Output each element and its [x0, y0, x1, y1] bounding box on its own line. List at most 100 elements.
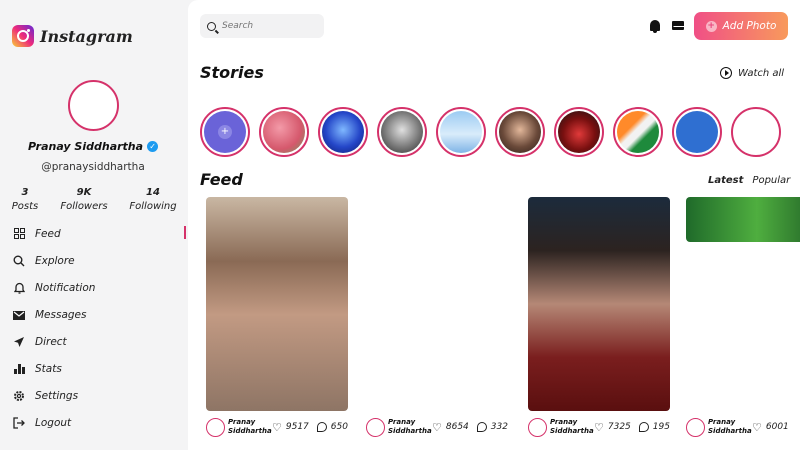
story-item[interactable] [436, 107, 486, 157]
post-likes[interactable]: ♡ 8654 [432, 421, 469, 434]
bar-chart-icon [13, 363, 25, 375]
post-comment-count: 195 [652, 422, 670, 432]
stat-followers-value: 9K [76, 187, 92, 198]
gear-icon [13, 390, 25, 402]
story-thumbnail [381, 111, 423, 153]
post-author-last: Siddhartha [550, 427, 594, 435]
story-thumbnail [735, 111, 777, 153]
feed-post[interactable]: Pranay Siddhartha ♡ 6001 [686, 197, 800, 437]
watch-all-link[interactable]: Watch all [720, 67, 784, 79]
profile-handle: @pranaysiddhartha [41, 161, 145, 173]
comment-icon [476, 422, 487, 432]
post-author[interactable]: Pranay Siddhartha [228, 418, 272, 436]
story-thumbnail [322, 111, 364, 153]
story-thumbnail [676, 111, 718, 153]
sidebar-item-notification[interactable]: Notification [0, 274, 186, 301]
search-bar[interactable] [200, 14, 324, 38]
sidebar-item-label: Messages [35, 308, 87, 321]
stat-following[interactable]: 14 Following [128, 187, 178, 212]
post-author-last: Siddhartha [228, 427, 272, 435]
add-photo-button[interactable]: + Add Photo [694, 12, 788, 40]
sidebar-nav: Feed Explore Notification Messages Direc… [0, 220, 186, 436]
post-image[interactable] [366, 197, 508, 411]
stat-posts[interactable]: 3 Posts [8, 187, 42, 212]
story-item[interactable] [259, 107, 309, 157]
notification-bell-icon[interactable] [650, 20, 660, 33]
story-item[interactable] [554, 107, 604, 157]
sidebar-item-explore[interactable]: Explore [0, 247, 186, 274]
feed-post[interactable]: Pranay Siddhartha ♡ 8654 332 [366, 197, 510, 437]
add-story-thumbnail: + [204, 111, 246, 153]
post-author-first: Pranay [550, 418, 578, 426]
post-meta: Pranay Siddhartha ♡ 7325 195 [528, 416, 688, 438]
post-author-first: Pranay [708, 418, 736, 426]
post-meta: Pranay Siddhartha ♡ 8654 332 [366, 416, 526, 438]
post-likes[interactable]: ♡ 9517 [272, 421, 309, 434]
search-icon [13, 255, 25, 267]
heart-icon: ♡ [272, 420, 282, 434]
sidebar-item-label: Stats [35, 362, 62, 375]
bell-icon [13, 282, 25, 294]
stat-followers[interactable]: 9K Followers [58, 187, 110, 212]
sidebar-item-feed[interactable]: Feed [0, 220, 186, 247]
story-item[interactable] [377, 107, 427, 157]
feed-post[interactable]: Pranay Siddhartha ♡ 9517 650 [206, 197, 350, 437]
stat-posts-value: 3 [21, 187, 29, 198]
add-photo-label: Add Photo [722, 20, 777, 32]
messages-mail-icon[interactable] [672, 21, 685, 30]
stories-row: + [200, 107, 800, 159]
post-image[interactable] [686, 197, 800, 242]
story-item[interactable] [318, 107, 368, 157]
tab-popular[interactable]: Popular [752, 175, 790, 186]
stat-following-label: Following [129, 201, 177, 212]
add-story-button[interactable]: + [200, 107, 250, 157]
watch-all-label: Watch all [738, 67, 785, 79]
post-author[interactable]: Pranay Siddhartha [550, 418, 594, 436]
post-image[interactable] [206, 197, 348, 411]
sidebar-item-stats[interactable]: Stats [0, 355, 186, 382]
story-thumbnail [499, 111, 541, 153]
stories-title: Stories [200, 63, 264, 82]
story-item[interactable] [731, 107, 781, 157]
post-author-first: Pranay [388, 418, 416, 426]
sidebar: Instagram Pranay Siddhartha ✓ @pranaysid… [0, 0, 186, 450]
post-author[interactable]: Pranay Siddhartha [708, 418, 752, 436]
story-item[interactable] [672, 107, 722, 157]
post-comment-count: 650 [330, 422, 348, 432]
post-comments[interactable]: 195 [631, 422, 670, 432]
sidebar-item-direct[interactable]: Direct [0, 328, 186, 355]
story-thumbnail [440, 111, 482, 153]
post-like-count: 7325 [607, 422, 631, 432]
post-author-avatar[interactable] [366, 417, 385, 437]
sidebar-item-messages[interactable]: Messages [0, 301, 186, 328]
sidebar-item-label: Direct [35, 335, 67, 348]
story-thumbnail [558, 111, 600, 153]
sidebar-item-label: Feed [35, 227, 61, 240]
post-image[interactable] [528, 197, 670, 411]
profile-avatar[interactable] [68, 80, 119, 131]
post-author-avatar[interactable] [686, 417, 705, 437]
post-author-avatar[interactable] [528, 417, 547, 437]
search-input[interactable] [222, 21, 322, 31]
sidebar-item-label: Settings [35, 389, 79, 402]
instagram-logo-icon [12, 25, 34, 47]
story-thumbnail [617, 111, 659, 153]
post-comments[interactable]: 650 [309, 422, 348, 432]
story-item[interactable] [613, 107, 663, 157]
sidebar-item-logout[interactable]: Logout [0, 409, 186, 436]
sidebar-item-settings[interactable]: Settings [0, 382, 186, 409]
app-logo[interactable]: Instagram [12, 25, 133, 47]
tab-latest[interactable]: Latest [708, 175, 743, 186]
comment-icon [638, 422, 649, 432]
feed-post[interactable]: Pranay Siddhartha ♡ 7325 195 [528, 197, 672, 437]
stat-posts-label: Posts [11, 201, 39, 212]
profile-name-row: Pranay Siddhartha ✓ [0, 140, 186, 153]
main-content: + Add Photo Stories Watch all + [188, 0, 800, 450]
post-likes[interactable]: ♡ 6001 [752, 421, 789, 434]
post-author-avatar[interactable] [206, 417, 225, 437]
post-author[interactable]: Pranay Siddhartha [388, 418, 432, 436]
post-comments[interactable]: 332 [469, 422, 508, 432]
story-item[interactable] [495, 107, 545, 157]
post-likes[interactable]: ♡ 7325 [594, 421, 631, 434]
comment-icon [316, 422, 327, 432]
